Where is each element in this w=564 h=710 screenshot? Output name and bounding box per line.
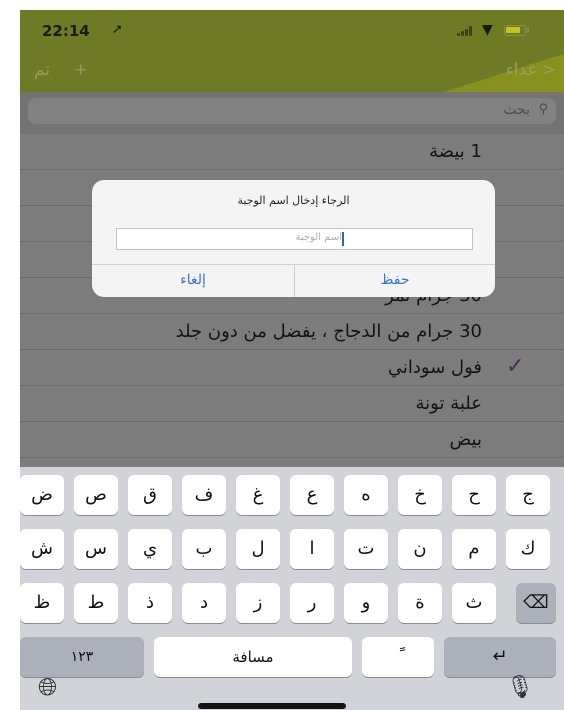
key-zay[interactable]: ز <box>236 583 280 623</box>
key-ta[interactable]: ت <box>344 529 388 569</box>
key-qaf[interactable]: ق <box>128 475 172 515</box>
save-button[interactable]: حفظ <box>295 265 495 297</box>
back-button[interactable]: < غداء <box>506 60 556 80</box>
list-item-label: 1 بيضة <box>429 141 482 162</box>
key-kaf[interactable]: ك <box>506 529 550 569</box>
key-shin[interactable]: ش <box>20 529 64 569</box>
key-dhal[interactable]: ذ <box>128 583 172 623</box>
cancel-button[interactable]: إلغاء <box>92 265 294 297</box>
delete-icon: ⌫ <box>523 592 549 613</box>
phone-screen: 22:14 ➚ ▼ تم + < غداء بحث ⚲ 1 بيضة 30 جر… <box>20 10 564 710</box>
status-time: 22:14 <box>42 22 90 40</box>
home-indicator <box>198 703 346 709</box>
status-bar: 22:14 ➚ ▼ <box>20 10 564 54</box>
keyboard: ض ص ق ف غ ع ه خ ح ج ش س ي ب ل ا ت ن م ك … <box>20 467 564 710</box>
delete-key[interactable]: ⌫ <box>516 583 556 623</box>
key-ain[interactable]: ع <box>290 475 334 515</box>
battery-icon <box>504 25 526 36</box>
search-icon: ⚲ <box>538 102 548 117</box>
add-button[interactable]: + <box>73 60 87 80</box>
space-key[interactable]: مسافة <box>154 637 352 677</box>
key-za[interactable]: ظ <box>20 583 64 623</box>
key-ha[interactable]: ه <box>344 475 388 515</box>
nav-actions: تم + <box>34 60 106 80</box>
key-alif[interactable]: ا <box>290 529 334 569</box>
list-item[interactable]: ✓ فول سوداني <box>20 350 564 386</box>
key-lam[interactable]: ل <box>236 529 280 569</box>
wifi-icon: ▼ <box>482 22 493 38</box>
list-item[interactable]: بيض <box>20 422 564 458</box>
checkmark-icon: ✓ <box>506 354 525 379</box>
navigation-bar: تم + < غداء <box>20 54 564 92</box>
key-ta-marbuta[interactable]: ة <box>398 583 442 623</box>
key-ya[interactable]: ي <box>128 529 172 569</box>
list-item[interactable]: 1 بيضة <box>20 134 564 170</box>
meal-name-alert: الرجاء إدخال اسم الوجبة اسم الوجبة إلغاء… <box>92 180 495 297</box>
key-kha[interactable]: خ <box>398 475 442 515</box>
back-label: غداء <box>505 60 537 80</box>
done-button[interactable]: تم <box>34 60 50 80</box>
list-item-label: علبة تونة <box>415 393 482 414</box>
key-ra[interactable]: ر <box>290 583 334 623</box>
key-mim[interactable]: م <box>452 529 496 569</box>
list-item[interactable]: علبة تونة <box>20 386 564 422</box>
key-jim[interactable]: ج <box>506 475 550 515</box>
battery-tip <box>527 28 529 33</box>
signal-icon <box>457 26 475 36</box>
key-waw[interactable]: و <box>344 583 388 623</box>
key-dal[interactable]: د <box>182 583 226 623</box>
return-key[interactable]: ↵ <box>444 637 556 677</box>
list-item-label: بيض <box>449 429 483 450</box>
search-input[interactable]: بحث ⚲ <box>28 98 556 124</box>
diacritic-key[interactable]: ً <box>362 637 434 677</box>
location-arrow-icon: ➚ <box>112 22 123 37</box>
microphone-icon[interactable]: 🎙︎ <box>506 675 534 700</box>
key-nun[interactable]: ن <box>398 529 442 569</box>
key-dad[interactable]: ض <box>20 475 64 515</box>
key-ghain[interactable]: غ <box>236 475 280 515</box>
key-ba[interactable]: ب <box>182 529 226 569</box>
list-item-label: فول سوداني <box>387 357 482 378</box>
globe-icon[interactable]: 🌐︎ <box>38 673 57 701</box>
key-tha[interactable]: ث <box>452 583 496 623</box>
key-sad[interactable]: ص <box>74 475 118 515</box>
back-chevron-icon: < <box>541 60 556 80</box>
key-sin[interactable]: س <box>74 529 118 569</box>
text-caret <box>342 232 344 246</box>
alert-title: الرجاء إدخال اسم الوجبة <box>237 194 350 207</box>
search-placeholder: بحث <box>503 102 530 118</box>
key-tta[interactable]: ط <box>74 583 118 623</box>
numbers-key[interactable]: ١٢٣ <box>20 637 144 677</box>
search-area: بحث ⚲ <box>20 92 564 134</box>
meal-name-placeholder: اسم الوجبة <box>295 232 342 243</box>
key-hha[interactable]: ح <box>452 475 496 515</box>
key-fa[interactable]: ف <box>182 475 226 515</box>
meal-name-input[interactable]: اسم الوجبة <box>116 228 473 250</box>
list-item-label: 30 جرام من الدجاج ، يفضل من دون جلد <box>175 321 482 342</box>
list-item[interactable]: 30 جرام من الدجاج ، يفضل من دون جلد <box>20 314 564 350</box>
